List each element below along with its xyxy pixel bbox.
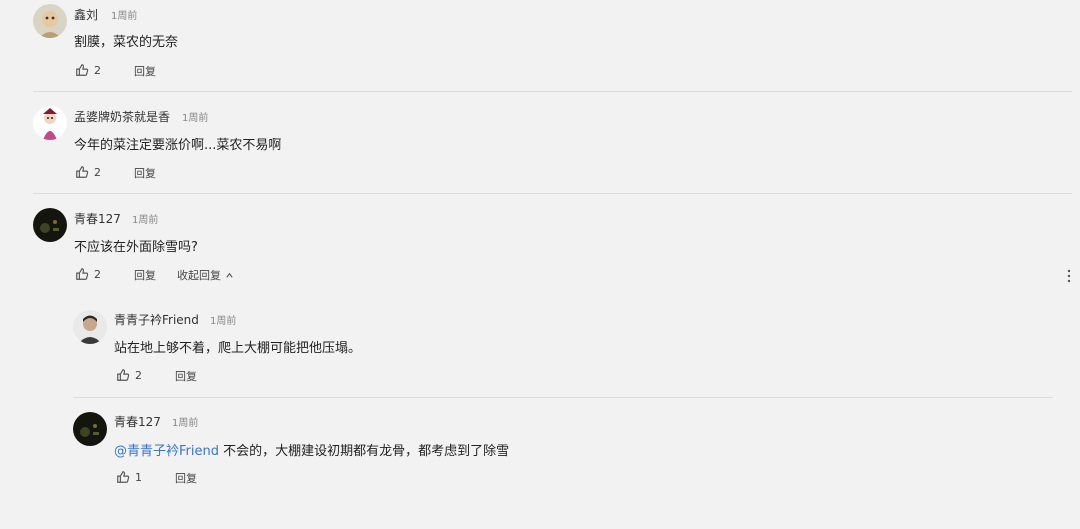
timestamp: 1周前 (132, 215, 159, 226)
mention-link[interactable]: @青青子衿Friend (114, 444, 219, 459)
thumbs-up-icon (117, 369, 130, 381)
comment-text: 割膜，菜农的无奈 (74, 35, 179, 50)
comment-text: 站在地上够不着，爬上大棚可能把他压塌。 (114, 341, 362, 356)
timestamp: 1周前 (111, 11, 138, 22)
avatar[interactable] (73, 310, 107, 344)
avatar[interactable] (73, 412, 107, 446)
like-count: 2 (135, 368, 142, 382)
divider (33, 91, 1072, 92)
like-button[interactable]: 2 (75, 63, 101, 77)
like-button[interactable]: 2 (75, 165, 101, 179)
username[interactable]: 孟婆牌奶茶就是香 (74, 108, 170, 125)
timestamp: 1周前 (210, 316, 237, 327)
like-button[interactable]: 1 (116, 470, 142, 484)
reply-body: 不会的，大棚建设初期都有龙骨，都考虑到了除雪 (218, 444, 510, 459)
thumbs-up-icon (76, 268, 89, 280)
thumbs-up-icon (76, 166, 89, 178)
divider (33, 193, 1072, 194)
comment-text: 今年的菜注定要涨价啊...菜农不易啊 (74, 138, 282, 153)
avatar[interactable] (33, 4, 67, 38)
reply-button[interactable]: 回复 (134, 267, 156, 283)
comment-text: @青青子衿Friend 不会的，大棚建设初期都有龙骨，都考虑到了除雪 (114, 440, 509, 459)
like-count: 2 (94, 267, 101, 281)
thumbs-up-icon (76, 64, 89, 76)
chevron-up-icon (226, 272, 233, 278)
thumbs-up-icon (117, 471, 130, 483)
reply-button[interactable]: 回复 (175, 470, 197, 486)
reply-button[interactable]: 回复 (175, 368, 197, 384)
comment-text: 不应该在外面除雪吗? (74, 240, 198, 255)
divider (73, 397, 1053, 398)
collapse-replies-label: 收起回复 (177, 269, 221, 282)
like-count: 1 (135, 470, 142, 484)
like-button[interactable]: 2 (75, 267, 101, 281)
username[interactable]: 鑫刘 (74, 6, 98, 23)
username[interactable]: 青青子衿Friend (114, 311, 199, 328)
avatar[interactable] (33, 106, 67, 140)
like-count: 2 (94, 63, 101, 77)
like-count: 2 (94, 165, 101, 179)
collapse-replies-button[interactable]: 收起回复 (177, 267, 234, 283)
timestamp: 1周前 (182, 113, 209, 124)
username[interactable]: 青春127 (114, 413, 161, 430)
reply-button[interactable]: 回复 (134, 165, 156, 181)
reply-button[interactable]: 回复 (134, 63, 156, 79)
avatar[interactable] (33, 208, 67, 242)
more-vertical-icon[interactable] (1066, 268, 1072, 284)
like-button[interactable]: 2 (116, 368, 142, 382)
username[interactable]: 青春127 (74, 210, 121, 227)
comment-thread: 鑫刘 1周前 割膜，菜农的无奈 2 回复 孟婆牌奶茶就是香 1周前 今年的菜注定… (0, 0, 1080, 529)
timestamp: 1周前 (172, 418, 199, 429)
